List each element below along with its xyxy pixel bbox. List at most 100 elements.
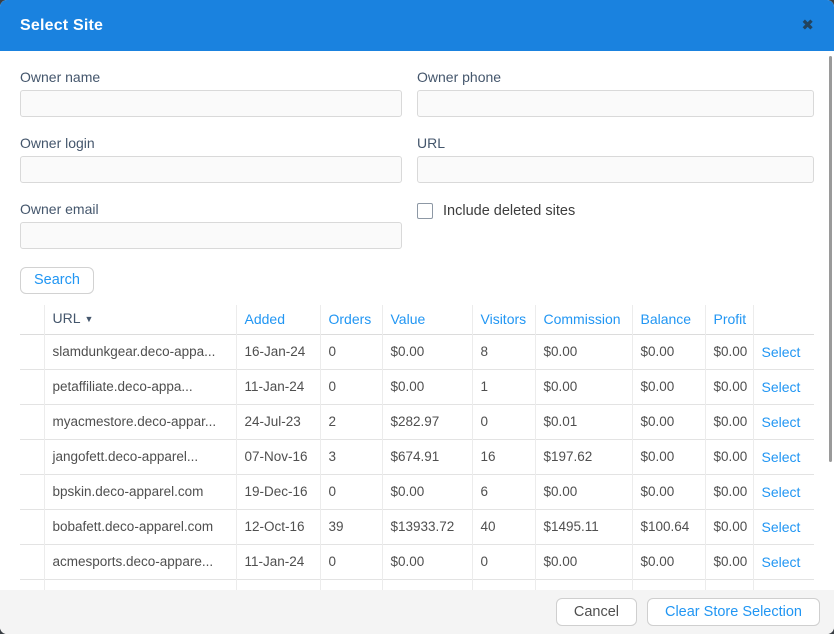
table-row: acmesports.deco-appare... 11-Jan-24 0 $0… bbox=[20, 544, 814, 579]
include-deleted-field-group: Include deleted sites bbox=[417, 201, 814, 219]
column-header-profit[interactable]: Profit bbox=[705, 305, 753, 334]
cell-added: 07-Nov-16 bbox=[236, 439, 320, 474]
cell-added: 16-Jan-24 bbox=[236, 334, 320, 369]
cell-visitors: 16 bbox=[472, 439, 535, 474]
cell-url: bpskin.deco-apparel.com bbox=[44, 474, 236, 509]
select-link[interactable]: Select bbox=[762, 449, 801, 465]
cell-orders: 39 bbox=[320, 509, 382, 544]
select-link[interactable]: Select bbox=[762, 554, 801, 570]
cell-profit: $0.00 bbox=[705, 439, 753, 474]
table-header-row: URL▼ Added Orders Value Visitors Commiss… bbox=[20, 305, 814, 334]
url-input[interactable] bbox=[417, 156, 814, 183]
cell-profit: $0.00 bbox=[705, 544, 753, 579]
cell-balance: $0.00 bbox=[632, 334, 705, 369]
cell-added: 11-Jan-24 bbox=[236, 369, 320, 404]
cell-visitors: 0 bbox=[472, 544, 535, 579]
owner-email-label: Owner email bbox=[20, 201, 402, 217]
owner-name-input[interactable] bbox=[20, 90, 402, 117]
cell-value: $0.00 bbox=[382, 369, 472, 404]
cell-added: 19-Dec-16 bbox=[236, 474, 320, 509]
close-icon[interactable]: ✖ bbox=[801, 18, 814, 33]
cell-orders: 0 bbox=[320, 334, 382, 369]
owner-login-input[interactable] bbox=[20, 156, 402, 183]
spacer-column-header bbox=[20, 305, 44, 334]
table-row: petaffiliate.deco-appa... 11-Jan-24 0 $0… bbox=[20, 369, 814, 404]
cell-url: bobafett.deco-apparel.com bbox=[44, 509, 236, 544]
cell-value: $0.00 bbox=[382, 334, 472, 369]
cell-commission: $0.01 bbox=[535, 404, 632, 439]
column-header-url[interactable]: URL▼ bbox=[44, 305, 236, 334]
select-site-modal: Select Site ✖ Owner name Owner phone Own… bbox=[0, 0, 834, 634]
cell-balance: $0.00 bbox=[632, 474, 705, 509]
sites-table-container: URL▼ Added Orders Value Visitors Commiss… bbox=[20, 305, 814, 601]
url-label: URL bbox=[417, 135, 814, 151]
table-row: bpskin.deco-apparel.com 19-Dec-16 0 $0.0… bbox=[20, 474, 814, 509]
cell-commission: $197.62 bbox=[535, 439, 632, 474]
owner-name-field-group: Owner name bbox=[20, 69, 402, 117]
cell-orders: 3 bbox=[320, 439, 382, 474]
cell-profit: $0.00 bbox=[705, 509, 753, 544]
cell-commission: $1495.11 bbox=[535, 509, 632, 544]
column-header-added[interactable]: Added bbox=[236, 305, 320, 334]
cell-orders: 2 bbox=[320, 404, 382, 439]
cell-url: jangofett.deco-apparel... bbox=[44, 439, 236, 474]
cell-value: $13933.72 bbox=[382, 509, 472, 544]
owner-login-label: Owner login bbox=[20, 135, 402, 151]
owner-login-field-group: Owner login bbox=[20, 135, 402, 183]
cell-added: 12-Oct-16 bbox=[236, 509, 320, 544]
owner-name-label: Owner name bbox=[20, 69, 402, 85]
cell-url: myacmestore.deco-appar... bbox=[44, 404, 236, 439]
cell-balance: $0.00 bbox=[632, 404, 705, 439]
column-header-value[interactable]: Value bbox=[382, 305, 472, 334]
column-header-balance[interactable]: Balance bbox=[632, 305, 705, 334]
modal-footer: Cancel Clear Store Selection bbox=[0, 590, 834, 634]
cancel-button[interactable]: Cancel bbox=[556, 598, 637, 626]
cell-commission: $0.00 bbox=[535, 334, 632, 369]
owner-phone-field-group: Owner phone bbox=[417, 69, 814, 117]
cell-balance: $0.00 bbox=[632, 544, 705, 579]
cell-profit: $0.00 bbox=[705, 369, 753, 404]
clear-store-selection-button[interactable]: Clear Store Selection bbox=[647, 598, 820, 626]
cell-visitors: 1 bbox=[472, 369, 535, 404]
cell-added: 11-Jan-24 bbox=[236, 544, 320, 579]
table-row: slamdunkgear.deco-appa... 16-Jan-24 0 $0… bbox=[20, 334, 814, 369]
include-deleted-label: Include deleted sites bbox=[443, 203, 575, 219]
owner-email-input[interactable] bbox=[20, 222, 402, 249]
owner-phone-input[interactable] bbox=[417, 90, 814, 117]
cell-url: petaffiliate.deco-appa... bbox=[44, 369, 236, 404]
select-link[interactable]: Select bbox=[762, 519, 801, 535]
table-row: myacmestore.deco-appar... 24-Jul-23 2 $2… bbox=[20, 404, 814, 439]
cell-orders: 0 bbox=[320, 544, 382, 579]
cell-orders: 0 bbox=[320, 474, 382, 509]
column-header-visitors[interactable]: Visitors bbox=[472, 305, 535, 334]
select-link[interactable]: Select bbox=[762, 379, 801, 395]
table-row: bobafett.deco-apparel.com 12-Oct-16 39 $… bbox=[20, 509, 814, 544]
column-header-commission[interactable]: Commission bbox=[535, 305, 632, 334]
cell-visitors: 6 bbox=[472, 474, 535, 509]
include-deleted-checkbox[interactable] bbox=[417, 203, 433, 219]
cell-balance: $0.00 bbox=[632, 439, 705, 474]
cell-commission: $0.00 bbox=[535, 369, 632, 404]
cell-balance: $0.00 bbox=[632, 369, 705, 404]
cell-profit: $0.00 bbox=[705, 404, 753, 439]
select-link[interactable]: Select bbox=[762, 484, 801, 500]
cell-balance: $100.64 bbox=[632, 509, 705, 544]
url-field-group: URL bbox=[417, 135, 814, 183]
column-header-select bbox=[753, 305, 814, 334]
select-link[interactable]: Select bbox=[762, 344, 801, 360]
vertical-scrollbar[interactable] bbox=[829, 56, 832, 462]
search-button[interactable]: Search bbox=[20, 267, 94, 294]
cell-value: $0.00 bbox=[382, 544, 472, 579]
select-link[interactable]: Select bbox=[762, 414, 801, 430]
modal-body: Owner name Owner phone Owner login URL O… bbox=[0, 51, 834, 601]
modal-title: Select Site bbox=[20, 17, 103, 35]
cell-value: $674.91 bbox=[382, 439, 472, 474]
column-header-orders[interactable]: Orders bbox=[320, 305, 382, 334]
filter-form: Owner name Owner phone Owner login URL O… bbox=[20, 69, 814, 249]
owner-email-field-group: Owner email bbox=[20, 201, 402, 249]
owner-phone-label: Owner phone bbox=[417, 69, 814, 85]
cell-visitors: 8 bbox=[472, 334, 535, 369]
cell-orders: 0 bbox=[320, 369, 382, 404]
modal-header: Select Site ✖ bbox=[0, 0, 834, 51]
cell-visitors: 40 bbox=[472, 509, 535, 544]
